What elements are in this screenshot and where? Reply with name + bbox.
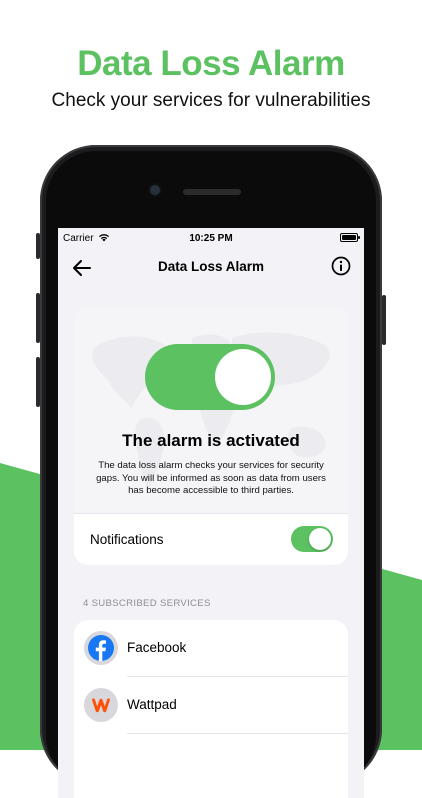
alarm-hero: The alarm is activated The data loss ala…	[74, 308, 348, 513]
phone-power-button	[382, 295, 386, 345]
list-item-wattpad[interactable]: Wattpad	[74, 677, 348, 733]
divider	[74, 513, 348, 514]
promo-subline: Check your services for vulnerabilities	[51, 90, 371, 111]
alarm-card: The alarm is activated The data loss ala…	[74, 308, 348, 565]
service-name: Facebook	[127, 640, 187, 655]
navigation-bar: Data Loss Alarm	[58, 250, 364, 286]
alarm-toggle[interactable]	[145, 344, 275, 410]
phone-frame: Carrier 10:25 PM Data Loss Alarm The ala…	[36, 145, 386, 798]
battery-icon	[340, 233, 360, 242]
notifications-label: Notifications	[90, 532, 164, 547]
services-list: Facebook Wattpad	[74, 620, 348, 798]
notifications-toggle-knob	[309, 528, 331, 550]
nav-title: Data Loss Alarm	[157, 259, 265, 274]
phone-volume-up	[36, 293, 40, 343]
promo-headline: Data Loss Alarm	[77, 44, 345, 83]
service-name: Wattpad	[127, 697, 177, 712]
phone-volume-down	[36, 357, 40, 407]
notifications-toggle[interactable]	[291, 526, 333, 552]
phone-mute-switch	[36, 233, 40, 259]
alarm-description: The data loss alarm checks your services…	[96, 460, 326, 496]
info-icon[interactable]	[330, 255, 352, 277]
front-camera	[150, 185, 160, 195]
alarm-status-title: The alarm is activated	[122, 431, 300, 450]
alarm-toggle-knob	[215, 349, 271, 405]
divider	[127, 733, 348, 734]
status-time: 10:25 PM	[189, 233, 233, 244]
earpiece-speaker	[183, 189, 241, 195]
phone-screen: Carrier 10:25 PM Data Loss Alarm The ala…	[58, 228, 364, 798]
services-section-header: 4 SUBSCRIBED SERVICES	[83, 598, 211, 609]
status-bar: Carrier 10:25 PM	[58, 228, 364, 248]
list-item-facebook[interactable]: Facebook	[74, 620, 348, 676]
facebook-logo-icon	[84, 631, 118, 665]
wattpad-logo-icon	[84, 688, 118, 722]
